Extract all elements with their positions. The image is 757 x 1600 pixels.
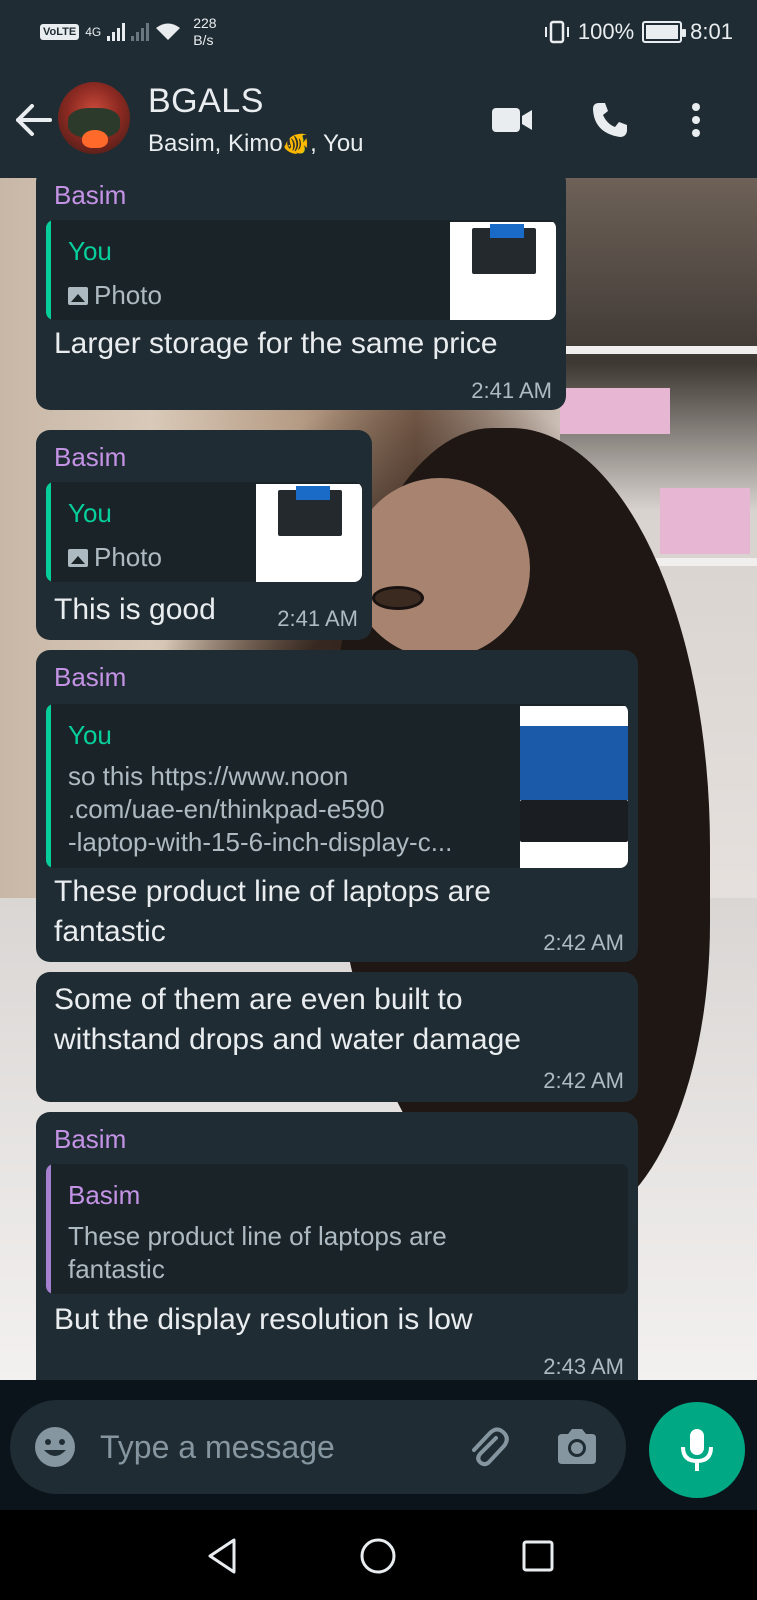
thumbnail-screen — [520, 726, 628, 800]
thumbnail-laptop — [520, 800, 628, 842]
quote-author: You — [68, 720, 112, 750]
attach-icon[interactable] — [462, 1422, 512, 1472]
signal-icon — [107, 23, 126, 41]
message-composer — [10, 1400, 626, 1494]
quote-author: Basim — [68, 1180, 141, 1210]
battery-percent: 100% — [577, 19, 635, 44]
net-speed: 228 B/s — [193, 15, 216, 49]
quote-thumbnail — [256, 484, 362, 582]
message-text: But the display resolution is low — [54, 1303, 473, 1336]
mic-icon — [681, 1429, 713, 1471]
status-bar: VoLTE 4G 228 B/s 100% 8:01 — [0, 0, 757, 62]
message-bubble[interactable]: Basim You Photo Larger storage for the s… — [36, 178, 566, 410]
quote-link-line: so this https://www.noon — [68, 761, 349, 791]
quote-photo-label: Photo — [68, 280, 162, 311]
avatar-flame — [82, 130, 108, 148]
network-type: 4G — [85, 25, 102, 39]
quote-bar — [46, 220, 51, 320]
quote-thumbnail — [450, 222, 556, 320]
signal-2-icon — [131, 23, 150, 41]
quote-link-line: -laptop-with-15-6-inch-display-c... — [68, 827, 453, 857]
message-text: fantastic — [54, 915, 166, 948]
nav-home-icon[interactable] — [356, 1534, 400, 1578]
message-time: 2:41 AM — [471, 378, 552, 403]
wallpaper-face — [350, 478, 530, 658]
message-bubble[interactable]: Basim You so this https://www.noon .com/… — [36, 650, 638, 962]
message-text: Larger storage for the same price — [54, 327, 498, 360]
chat-wallpaper[interactable]: Basim You Photo Larger storage for the s… — [0, 178, 757, 1380]
net-speed-unit: B/s — [193, 32, 214, 48]
status-right: 100% 8:01 — [544, 14, 733, 50]
more-options-icon[interactable] — [672, 96, 720, 144]
quote-link-line: .com/uae-en/thinkpad-e590 — [68, 794, 385, 824]
message-bubble[interactable]: Basim You Photo This is good 2:41 AM — [36, 430, 372, 640]
clock: 8:01 — [690, 19, 733, 44]
sender-name: Basim — [54, 180, 127, 210]
message-text: These product line of laptops are — [54, 875, 491, 908]
back-arrow-icon[interactable] — [12, 98, 56, 142]
message-time: 2:42 AM — [543, 930, 624, 955]
group-members[interactable]: Basim, Kimo🐠, You — [148, 130, 364, 158]
quote-author: You — [68, 236, 112, 266]
message-time: 2:41 AM — [277, 606, 358, 631]
group-avatar[interactable] — [58, 82, 130, 154]
thumbnail-screen — [296, 486, 330, 500]
fish-emoji: 🐠 — [282, 131, 311, 156]
battery-fill — [646, 25, 679, 39]
quoted-message[interactable]: You Photo — [46, 220, 556, 320]
video-call-icon[interactable] — [488, 96, 536, 144]
message-bubble[interactable]: Some of them are even built to withstand… — [36, 972, 638, 1102]
wifi-icon — [156, 23, 181, 40]
message-text: withstand drops and water damage — [54, 1023, 521, 1056]
message-bubble[interactable]: Basim Basim These product line of laptop… — [36, 1112, 638, 1380]
quote-bar — [46, 482, 51, 582]
nav-recents-icon[interactable] — [516, 1534, 560, 1578]
members-suffix: , You — [310, 130, 364, 157]
sender-name: Basim — [54, 442, 127, 472]
quoted-message[interactable]: You Photo — [46, 482, 362, 582]
quote-author: You — [68, 498, 112, 528]
quote-type: Photo — [94, 280, 162, 310]
wallpaper-shelf-line — [560, 346, 757, 354]
message-time: 2:43 AM — [543, 1354, 624, 1379]
voice-call-icon[interactable] — [586, 96, 634, 144]
quote-bar — [46, 704, 51, 868]
message-text: Some of them are even built to — [54, 983, 463, 1016]
photo-icon — [68, 548, 88, 567]
members-prefix: Basim, Kimo — [148, 130, 283, 157]
whatsapp-chat-screen: VoLTE 4G 228 B/s 100% 8:01 BGALS Basim, … — [0, 0, 757, 1600]
quote-type: Photo — [94, 542, 162, 572]
status-left: VoLTE 4G 228 B/s — [40, 14, 217, 50]
net-speed-value: 228 — [193, 15, 217, 31]
sender-name: Basim — [54, 662, 127, 692]
sender-name: Basim — [54, 1124, 127, 1154]
wallpaper-box — [660, 488, 750, 554]
group-title[interactable]: BGALS — [148, 82, 264, 121]
quote-text: These product line of laptops are — [68, 1221, 447, 1251]
chat-header: BGALS Basim, Kimo🐠, You — [0, 62, 757, 178]
battery-icon — [642, 21, 687, 43]
message-input[interactable] — [98, 1420, 458, 1474]
photo-icon — [68, 286, 88, 305]
quote-text: fantastic — [68, 1254, 165, 1284]
quote-bar — [46, 1164, 51, 1294]
quoted-message[interactable]: You so this https://www.noon .com/uae-en… — [46, 704, 628, 868]
camera-icon[interactable] — [552, 1422, 602, 1472]
nav-back-icon[interactable] — [200, 1534, 244, 1578]
wallpaper-eye — [372, 586, 424, 610]
wallpaper-box — [560, 388, 670, 434]
vibrate-icon — [544, 20, 569, 44]
quote-thumbnail — [520, 706, 628, 868]
system-nav-bar — [0, 1510, 757, 1600]
quoted-message[interactable]: Basim These product line of laptops are … — [46, 1164, 628, 1294]
message-text: This is good — [54, 593, 216, 626]
voice-record-button[interactable] — [649, 1402, 745, 1498]
message-time: 2:42 AM — [543, 1068, 624, 1093]
emoji-icon[interactable] — [32, 1424, 78, 1470]
quote-photo-label: Photo — [68, 542, 162, 573]
volte-badge: VoLTE — [40, 24, 80, 40]
thumbnail-screen — [490, 224, 524, 238]
